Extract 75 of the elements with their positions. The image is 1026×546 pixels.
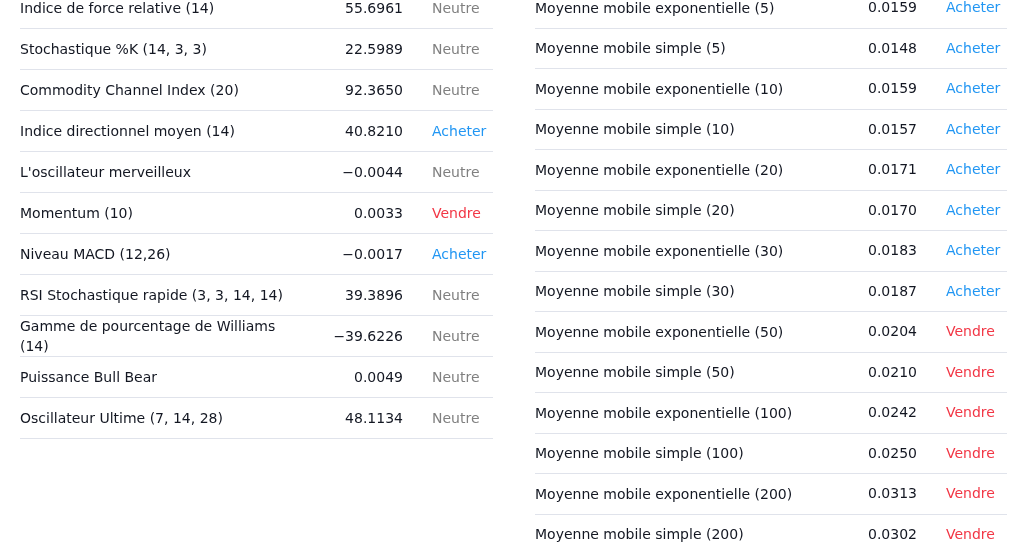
signal-label: Vendre: [432, 203, 481, 223]
indicator-name: Moyenne mobile simple (100): [535, 444, 745, 464]
indicator-name: Indice directionnel moyen (14): [20, 122, 236, 141]
indicator-name: L'oscillateur merveilleux: [20, 163, 192, 182]
indicator-value: 0.0170: [867, 200, 917, 220]
indicator-value: 48.1134: [344, 408, 403, 428]
indicator-name: Moyenne mobile exponentielle (30): [535, 241, 785, 261]
indicator-value: 0.0210: [867, 362, 917, 382]
indicator-name: Moyenne mobile simple (20): [535, 201, 736, 221]
indicator-value: 0.0183: [867, 241, 917, 261]
indicator-value: 39.3896: [344, 285, 403, 305]
indicator-name: Moyenne mobile simple (30): [535, 282, 736, 302]
indicator-name: Oscillateur Ultime (7, 14, 28): [20, 409, 224, 428]
signal-label: Neutre: [432, 0, 480, 18]
indicator-value: 92.3650: [344, 80, 403, 100]
signal-label: Neutre: [432, 408, 480, 428]
signal-label: Acheter: [946, 79, 1001, 99]
signal-label: Acheter: [946, 160, 1001, 180]
indicator-name: Gamme de pourcentage de Williams (14): [20, 317, 277, 356]
indicator-value: 22.5989: [344, 39, 403, 59]
signal-label: Vendre: [946, 524, 995, 544]
indicator-name: Moyenne mobile simple (5): [535, 39, 727, 59]
signal-label: Vendre: [946, 403, 995, 423]
signal-label: Vendre: [946, 484, 995, 504]
signal-label: Neutre: [432, 162, 480, 182]
signal-label: Acheter: [946, 281, 1001, 301]
indicator-name: Moyenne mobile simple (200): [535, 525, 745, 545]
indicator-value: 0.0049: [353, 367, 403, 387]
indicator-value: 0.0159: [867, 79, 917, 99]
signal-label: Neutre: [432, 39, 480, 59]
signal-label: Acheter: [946, 38, 1001, 58]
indicator-value: 0.0302: [867, 524, 917, 544]
indicator-value: 0.0242: [867, 403, 917, 423]
indicator-name: Niveau MACD (12,26): [20, 245, 172, 264]
signal-label: Acheter: [432, 244, 487, 264]
indicator-value: −0.0017: [341, 244, 403, 264]
signal-label: Acheter: [946, 241, 1001, 261]
indicator-value: 55.6961: [344, 0, 403, 18]
indicator-name: Moyenne mobile exponentielle (50): [535, 322, 785, 342]
signal-label: Vendre: [946, 322, 995, 342]
indicator-value: 0.0033: [353, 203, 403, 223]
indicator-value: 0.0313: [867, 484, 917, 504]
indicator-name: Indice de force relative (14): [20, 0, 216, 18]
signal-label: Acheter: [946, 0, 1001, 18]
indicator-value: 0.0204: [867, 322, 917, 342]
indicator-name: Moyenne mobile exponentielle (10): [535, 79, 785, 99]
indicator-value: 0.0157: [867, 119, 917, 139]
indicator-name: RSI Stochastique rapide (3, 3, 14, 14): [20, 286, 284, 305]
indicator-name: Puissance Bull Bear: [20, 368, 159, 387]
signal-label: Vendre: [946, 443, 995, 463]
indicator-name: Moyenne mobile exponentielle (20): [535, 160, 785, 180]
signal-label: Vendre: [946, 362, 995, 382]
indicator-name: Moyenne mobile exponentielle (5): [535, 0, 776, 18]
indicator-name: Stochastique %K (14, 3, 3): [20, 40, 208, 59]
signal-label: Neutre: [432, 285, 480, 305]
indicator-value: 0.0187: [867, 281, 917, 301]
signal-label: Neutre: [432, 326, 480, 346]
indicator-value: 0.0171: [867, 160, 917, 180]
indicator-name: Moyenne mobile simple (10): [535, 120, 736, 140]
signal-label: Neutre: [432, 80, 480, 100]
indicator-value: 40.8210: [344, 121, 403, 141]
indicator-name: Moyenne mobile exponentielle (100): [535, 403, 794, 423]
indicator-name: Moyenne mobile simple (50): [535, 363, 736, 383]
indicator-value: −0.0044: [341, 162, 403, 182]
signal-label: Acheter: [432, 121, 487, 141]
indicator-value: −39.6226: [332, 326, 403, 346]
indicator-name: Momentum (10): [20, 204, 134, 223]
indicator-value: 0.0250: [867, 443, 917, 463]
indicator-value: 0.0159: [867, 0, 917, 18]
indicator-name: Moyenne mobile exponentielle (200): [535, 484, 794, 504]
signal-label: Acheter: [946, 200, 1001, 220]
signal-label: Neutre: [432, 367, 480, 387]
signal-label: Acheter: [946, 119, 1001, 139]
indicator-value: 0.0148: [867, 38, 917, 58]
indicator-name: Commodity Channel Index (20): [20, 81, 240, 100]
